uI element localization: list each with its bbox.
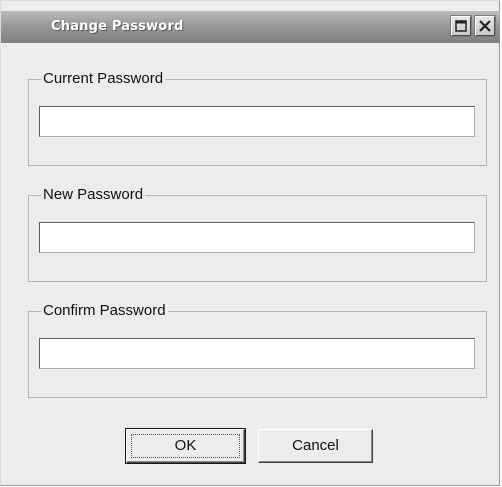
confirm-password-label: Confirm Password — [41, 302, 168, 320]
current-password-field[interactable] — [39, 106, 475, 137]
current-password-group: Current Password — [28, 70, 487, 166]
new-password-label: New Password — [41, 186, 146, 204]
new-password-group: New Password — [28, 186, 487, 282]
cancel-button[interactable]: Cancel — [258, 429, 373, 463]
ok-button[interactable]: OK — [125, 428, 246, 464]
title-bar[interactable]: Change Password — [1, 11, 500, 43]
maximize-icon — [455, 20, 467, 32]
change-password-dialog: Change Password Current Password New Pas… — [0, 0, 500, 486]
confirm-password-group: Confirm Password — [28, 302, 487, 398]
maximize-button[interactable] — [450, 15, 472, 37]
new-password-field[interactable] — [39, 222, 475, 253]
close-button[interactable] — [474, 15, 496, 37]
focus-rectangle — [131, 434, 240, 458]
window-title: Change Password — [51, 19, 184, 34]
cancel-button-label: Cancel — [292, 437, 339, 454]
confirm-password-field[interactable] — [39, 338, 475, 369]
current-password-label: Current Password — [41, 70, 166, 88]
close-icon — [479, 20, 491, 32]
